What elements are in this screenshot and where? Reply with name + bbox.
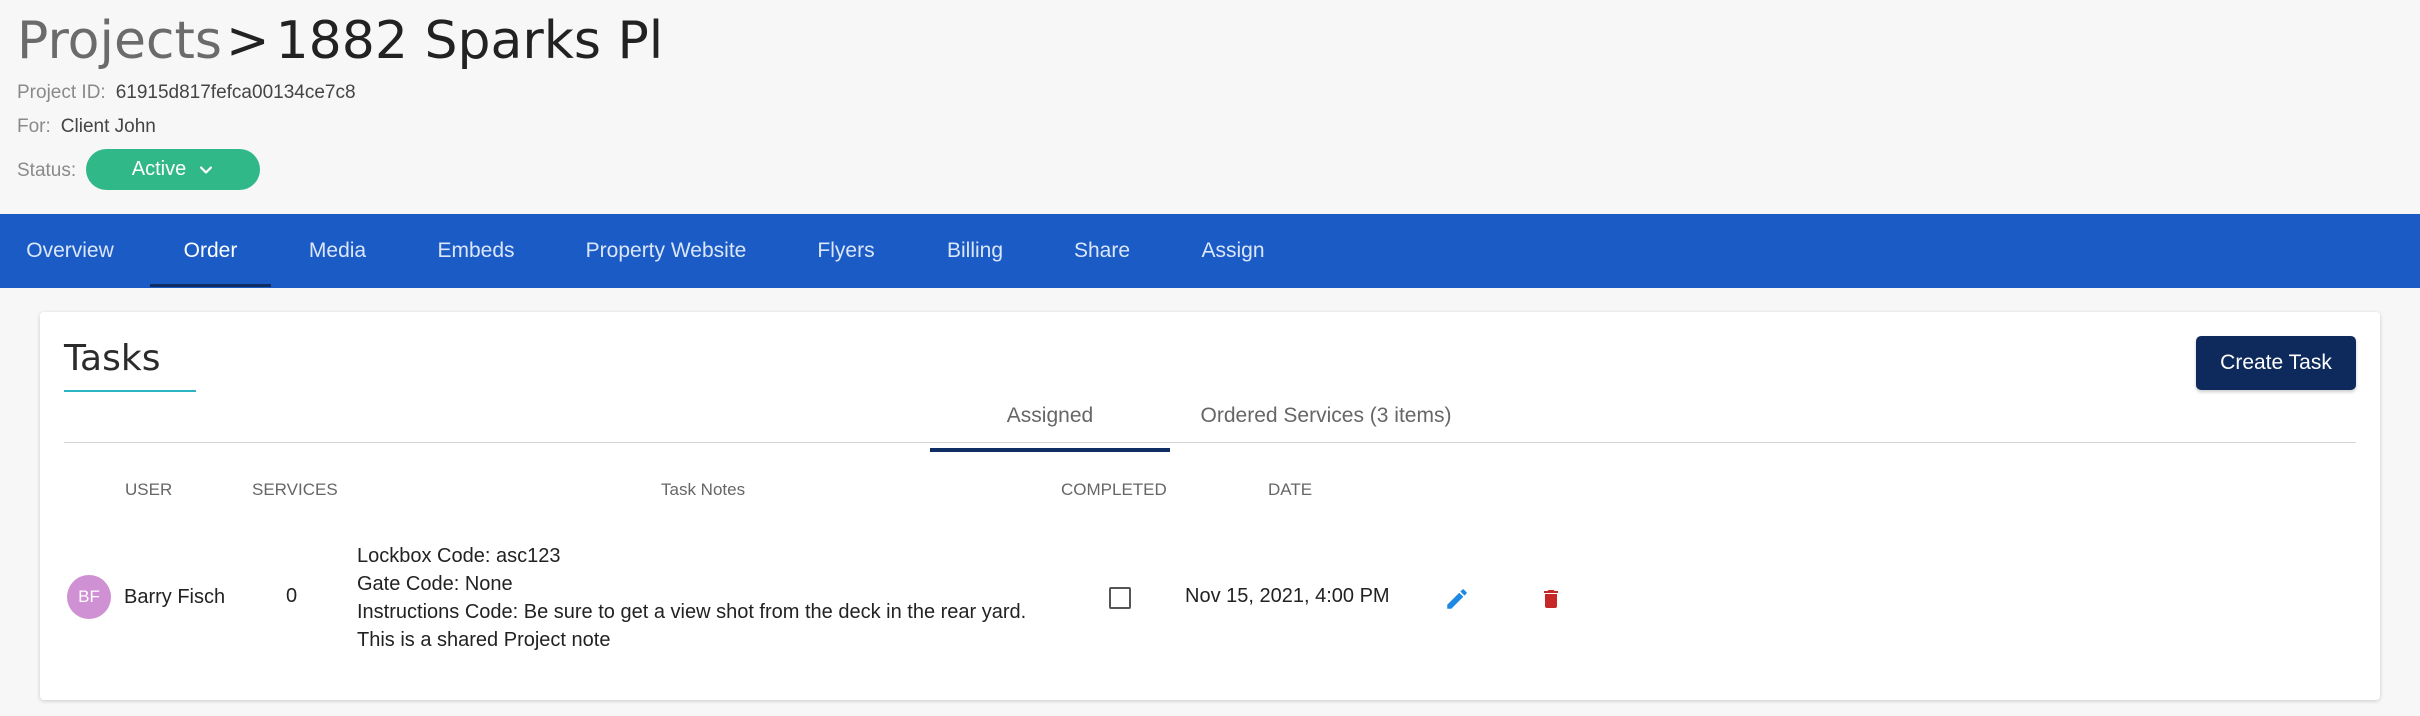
- delete-task-button[interactable]: [1536, 584, 1566, 614]
- task-notes: Lockbox Code: asc123 Gate Code: None Ins…: [357, 542, 1026, 654]
- subtab-ordered-services[interactable]: Ordered Services (3 items): [1186, 394, 1466, 452]
- breadcrumb-projects[interactable]: Projects: [17, 11, 222, 71]
- task-services-count: 0: [286, 585, 298, 607]
- column-header-completed: COMPLETED: [1061, 480, 1167, 499]
- subtab-assigned[interactable]: Assigned: [930, 394, 1170, 452]
- client-value: Client John: [60, 116, 156, 137]
- status-value: Active: [131, 158, 187, 180]
- trash-icon: [1544, 590, 1558, 608]
- tab-flyers[interactable]: Flyers: [800, 214, 892, 288]
- task-note-gate: Gate Code: None: [357, 573, 513, 595]
- tasks-title-underline: [64, 390, 196, 392]
- tab-property-website[interactable]: Property Website: [570, 214, 762, 288]
- column-header-date: DATE: [1268, 480, 1313, 499]
- column-header-task-notes: Task Notes: [661, 480, 746, 499]
- edit-task-button[interactable]: [1442, 584, 1472, 614]
- status-dropdown[interactable]: Active: [86, 149, 260, 190]
- tab-embeds[interactable]: Embeds: [418, 214, 534, 288]
- project-id-value: 61915d817fefca00134ce7c8: [115, 82, 356, 103]
- project-id-row: Project ID: 61915d817fefca00134ce7c8: [17, 82, 356, 104]
- column-header-user: USER: [125, 480, 173, 499]
- status-row: Status:: [17, 160, 86, 182]
- page-title: Projects> 1882 Sparks Pl: [17, 10, 663, 72]
- project-name: 1882 Sparks Pl: [275, 11, 664, 71]
- tab-media[interactable]: Media: [290, 214, 385, 288]
- task-note-shared: This is a shared Project note: [357, 629, 611, 651]
- tasks-card: Tasks Create Task Assigned Ordered Servi…: [40, 312, 2380, 700]
- breadcrumb-separator: >: [226, 11, 270, 71]
- subtab-divider: [64, 442, 2356, 443]
- task-note-instructions: Instructions Code: Be sure to get a view…: [357, 601, 1027, 623]
- chevron-down-icon: [200, 165, 213, 174]
- task-completed-checkbox[interactable]: [1109, 587, 1131, 609]
- project-id-label: Project ID:: [17, 82, 106, 103]
- tab-share[interactable]: Share: [1060, 214, 1144, 288]
- task-note-lockbox: Lockbox Code: asc123: [357, 545, 561, 567]
- tab-assign[interactable]: Assign: [1180, 214, 1286, 288]
- pencil-icon: [1447, 589, 1467, 609]
- create-task-button[interactable]: Create Task: [2196, 336, 2356, 390]
- tab-overview[interactable]: Overview: [10, 214, 130, 288]
- avatar: BF: [67, 575, 111, 619]
- task-user-name: Barry Fisch: [124, 586, 226, 608]
- column-header-services: SERVICES: [252, 480, 338, 499]
- active-tab-indicator: [150, 284, 271, 287]
- tasks-title: Tasks: [64, 338, 161, 379]
- task-date: Nov 15, 2021, 4:00 PM: [1185, 585, 1390, 607]
- tab-billing[interactable]: Billing: [930, 214, 1020, 288]
- client-row: For: Client John: [17, 116, 156, 138]
- tab-order[interactable]: Order: [150, 214, 271, 288]
- project-nav: Overview Order Media Embeds Property Web…: [0, 214, 2420, 288]
- client-label: For:: [17, 116, 51, 137]
- status-label: Status:: [17, 160, 77, 181]
